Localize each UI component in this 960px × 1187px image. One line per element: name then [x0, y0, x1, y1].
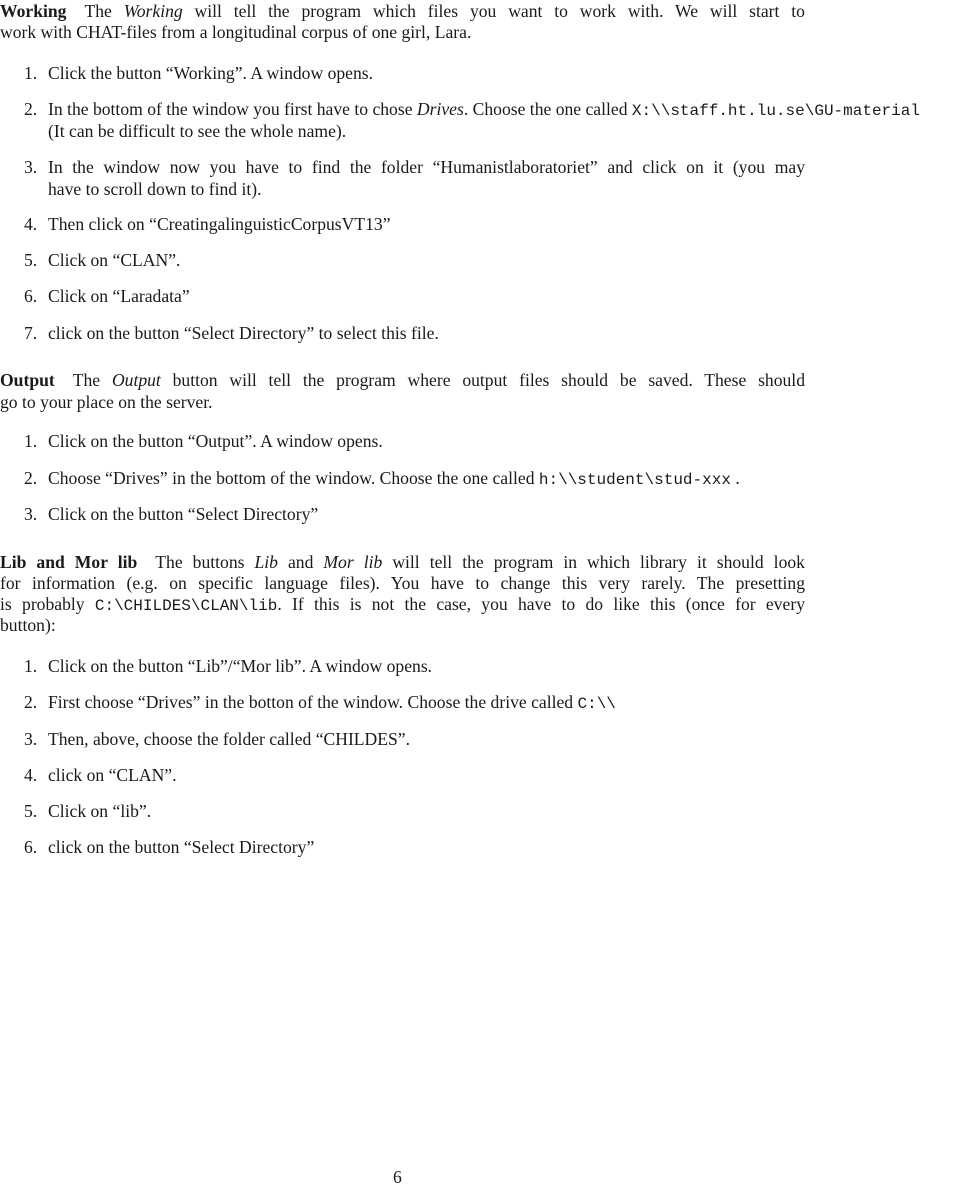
step-text-post: .: [730, 468, 740, 488]
working-intro-line-2: work with CHAT-files from a longitudinal…: [0, 22, 472, 42]
step-number: 4.: [24, 214, 38, 234]
step-text: Choose “Drives” in the bottom of the win…: [48, 468, 539, 488]
lib-step-2: 2. First choose “Drives” in the botton of…: [24, 691, 616, 715]
step-text: click on the button “Select Directory” t…: [48, 323, 439, 343]
working-intro-emphasis: Working: [123, 1, 183, 21]
output-intro-line-1: Output The Output button will tell the pr…: [0, 369, 805, 391]
working-step-3-line-2: have to scroll down to find it).: [48, 179, 262, 199]
working-step-7: 7. click on the button “Select Directory”…: [24, 322, 439, 344]
lib-path-code: C:\CHILDES\CLAN\lib: [94, 597, 278, 615]
step-number: 5.: [24, 801, 38, 821]
step-number: 1.: [24, 63, 38, 83]
step-number: 1.: [24, 431, 38, 451]
working-heading: Working: [0, 1, 67, 21]
lib-intro-emphasis-lib: Lib: [254, 552, 278, 572]
lib-step-4: 4. click on “CLAN”.: [24, 764, 177, 786]
step-text: Click on “Laradata”: [48, 286, 190, 306]
lib-intro-line3-text: is probably: [0, 594, 95, 614]
step-number: 7.: [24, 323, 38, 343]
step-text: Click on “lib”.: [48, 801, 152, 821]
step-text: click on the button “Select Directory”: [48, 837, 315, 857]
step-number: 1.: [24, 656, 38, 676]
step-number: 3.: [24, 504, 38, 524]
drive-path-code: X:\\staff.ht.lu.se\GU-material: [631, 102, 920, 120]
output-step-1: 1. Click on the button “Output”. A window…: [24, 430, 383, 452]
lib-step-5: 5. Click on “lib”.: [24, 800, 151, 822]
lib-intro-line3-rest: . If this is not the case, you have to d…: [277, 594, 806, 614]
working-step-1: 1. Click the button “Working”. A window o…: [24, 62, 373, 84]
working-step-4: 4. Then click on “CreatingalinguisticCorp…: [24, 213, 391, 235]
working-step-3: 3. In the window now you have to find the…: [24, 156, 805, 178]
working-intro-line-1: Working The Working will tell the program…: [0, 0, 805, 22]
output-step-2: 2. Choose “Drives” in the bottom of the w…: [24, 467, 740, 491]
step-text: In the bottom of the window you first ha…: [48, 99, 417, 119]
working-step-5: 5. Click on “CLAN”.: [24, 249, 180, 271]
step-text: Click on the button “Output”. A window o…: [48, 431, 383, 451]
step-text: click on “CLAN”.: [48, 765, 177, 785]
lib-intro-text-rest: will tell the program in which library i…: [382, 552, 805, 572]
page-number: 6: [393, 1167, 402, 1187]
step-number: 6.: [24, 286, 38, 306]
drive-c-code: C:\\: [577, 695, 616, 713]
step-text: Click the button “Working”. A window ope…: [48, 63, 374, 83]
step-number: 2.: [24, 99, 38, 119]
step-emphasis: Drives: [416, 99, 464, 119]
output-intro-text-rest: button will tell the program where outpu…: [160, 370, 805, 390]
lib-intro-line-3: is probably C:\CHILDES\CLAN\lib. If this…: [0, 593, 805, 617]
step-number: 2.: [24, 692, 38, 712]
step-number: 6.: [24, 837, 38, 857]
lib-intro-emphasis-morlib: Mor lib: [323, 552, 383, 572]
lib-intro-and: and: [277, 552, 324, 572]
lib-intro-line-2: for information (e.g. on specific langua…: [0, 573, 805, 593]
working-intro-text-rest: will tell the program which files you wa…: [182, 1, 805, 21]
output-intro-emphasis: Output: [111, 370, 161, 390]
working-step-2-line-2: (It can be difficult to see the whole na…: [48, 121, 347, 141]
lib-step-1: 1. Click on the button “Lib”/“Mor lib”. A…: [24, 655, 432, 677]
lib-intro-line-1: Lib and Mor lib The buttons Lib and Mor l…: [0, 551, 805, 573]
output-intro-line-2: go to your place on the server.: [0, 392, 213, 412]
working-step-6: 6. Click on “Laradata”: [24, 285, 190, 307]
step-text: Click on “CLAN”.: [48, 250, 181, 270]
lib-heading: Lib and Mor lib: [0, 552, 138, 572]
lib-intro-text: The buttons: [155, 552, 255, 572]
lib-step-6: 6. click on the button “Select Directory”: [24, 836, 314, 858]
step-number: 3.: [24, 157, 38, 177]
step-text: Then, above, choose the folder called “C…: [48, 729, 411, 749]
step-number: 4.: [24, 765, 38, 785]
step-number: 5.: [24, 250, 38, 270]
output-step-3: 3. Click on the button “Select Directory”: [24, 503, 318, 525]
step-text: Click on the button “Lib”/“Mor lib”. A w…: [48, 656, 433, 676]
working-step-2: 2. In the bottom of the window you first …: [24, 98, 920, 122]
document-page: Working The Working will tell the program…: [0, 0, 960, 1187]
lib-step-3: 3. Then, above, choose the folder called …: [24, 728, 410, 750]
lib-intro-line-4: button):: [0, 615, 56, 635]
student-path-code: h:\\student\stud-xxx: [538, 471, 731, 489]
step-text: First choose “Drives” in the botton of t…: [48, 692, 578, 712]
step-text: Click on the button “Select Directory”: [48, 504, 319, 524]
step-text: In the window now you have to find the f…: [48, 157, 805, 177]
output-heading: Output: [0, 370, 55, 390]
step-number: 2.: [24, 468, 38, 488]
step-number: 3.: [24, 729, 38, 749]
output-intro-text: The: [72, 370, 112, 390]
working-intro-text: The: [84, 1, 124, 21]
step-text: Then click on “CreatingalinguisticCorpus…: [48, 214, 391, 234]
step-text-mid: . Choose the one called: [463, 99, 632, 119]
